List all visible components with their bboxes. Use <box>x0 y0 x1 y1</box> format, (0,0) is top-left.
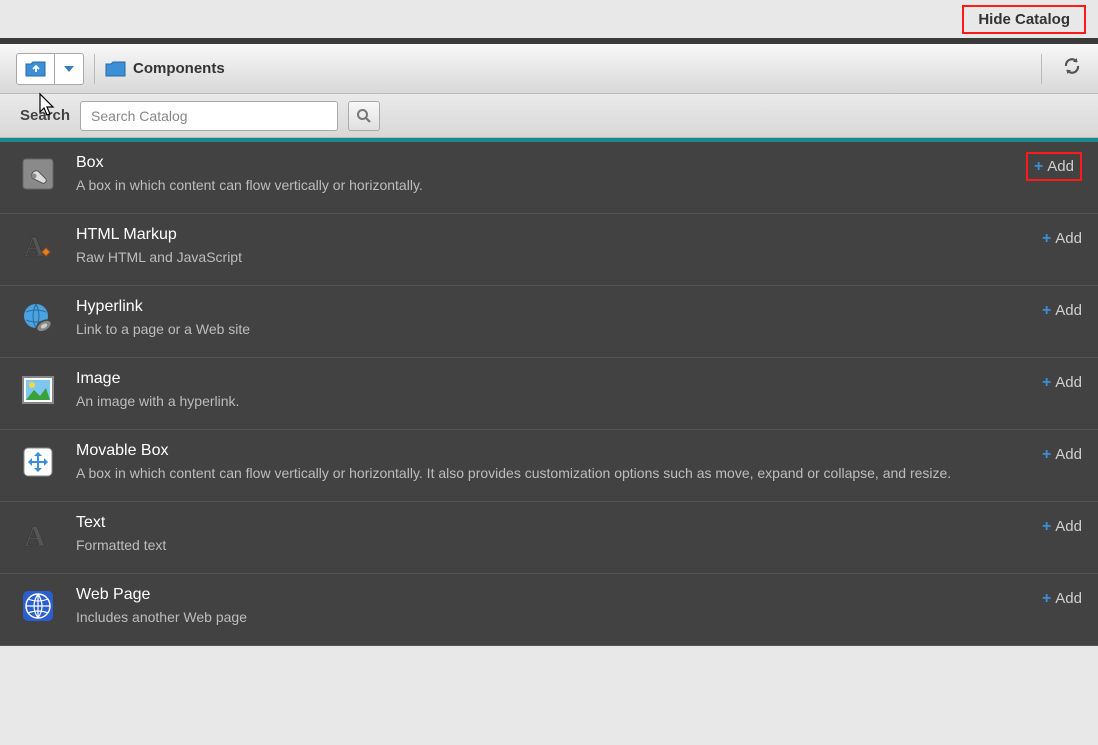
folder-icon <box>105 60 127 78</box>
catalog-item-title: Movable Box <box>76 442 1026 460</box>
catalog-item: Box A box in which content can flow verti… <box>0 142 1098 214</box>
globe-link-icon <box>20 298 60 341</box>
picture-icon <box>20 370 60 413</box>
add-button[interactable]: +Add <box>1026 152 1082 181</box>
search-button[interactable] <box>348 101 380 131</box>
plus-icon: + <box>1042 231 1051 247</box>
globe-grid-icon <box>20 586 60 629</box>
add-label: Add <box>1047 158 1074 175</box>
catalog-item-desc: Formatted text <box>76 536 1026 556</box>
catalog-list: Box A box in which content can flow verti… <box>0 142 1098 646</box>
divider <box>1041 54 1042 84</box>
search-icon <box>356 108 372 124</box>
refresh-icon <box>1062 56 1082 76</box>
catalog-item-text: Web Page Includes another Web page <box>76 586 1026 628</box>
catalog-item-title: Web Page <box>76 586 1026 604</box>
svg-text:A: A <box>24 520 46 552</box>
catalog-item-title: Text <box>76 514 1026 532</box>
catalog-item-text: Image An image with a hyperlink. <box>76 370 1026 412</box>
catalog-item-desc: Link to a page or a Web site <box>76 320 1026 340</box>
catalog-item: A Text Formatted text +Add <box>0 502 1098 574</box>
catalog-item: A HTML Markup Raw HTML and JavaScript +Add <box>0 214 1098 286</box>
catalog-item-text: Movable Box A box in which content can fl… <box>76 442 1026 484</box>
add-label: Add <box>1055 590 1082 607</box>
catalog-item-title: Hyperlink <box>76 298 1026 316</box>
plus-icon: + <box>1034 159 1043 175</box>
catalog-item: Movable Box A box in which content can fl… <box>0 430 1098 502</box>
catalog-item-text: Box A box in which content can flow verti… <box>76 154 1010 196</box>
catalog-item: Hyperlink Link to a page or a Web site +Ad… <box>0 286 1098 358</box>
add-label: Add <box>1055 446 1082 463</box>
add-label: Add <box>1055 230 1082 247</box>
plus-icon: + <box>1042 447 1051 463</box>
add-button[interactable]: +Add <box>1042 226 1082 247</box>
breadcrumb-label: Components <box>133 60 225 77</box>
nav-up-button[interactable] <box>17 54 55 84</box>
catalog-item-desc: Includes another Web page <box>76 608 1026 628</box>
nav-dropdown-button[interactable] <box>55 54 83 84</box>
breadcrumb[interactable]: Components <box>105 60 225 78</box>
add-label: Add <box>1055 374 1082 391</box>
catalog-item-desc: Raw HTML and JavaScript <box>76 248 1026 268</box>
add-label: Add <box>1055 518 1082 535</box>
hide-catalog-button[interactable]: Hide Catalog <box>962 5 1086 34</box>
search-input[interactable] <box>80 101 338 131</box>
nav-split-button[interactable] <box>16 53 84 85</box>
catalog-item-title: HTML Markup <box>76 226 1026 244</box>
catalog-item-text: Hyperlink Link to a page or a Web site <box>76 298 1026 340</box>
divider <box>94 54 95 84</box>
catalog-item-text: HTML Markup Raw HTML and JavaScript <box>76 226 1026 268</box>
catalog-item: Image An image with a hyperlink. +Add <box>0 358 1098 430</box>
html-a-icon: A <box>20 226 60 269</box>
catalog-item-desc: A box in which content can flow vertical… <box>76 176 1010 196</box>
catalog-item-title: Image <box>76 370 1026 388</box>
move-arrows-icon <box>20 442 60 485</box>
plus-icon: + <box>1042 375 1051 391</box>
plus-icon: + <box>1042 519 1051 535</box>
plus-icon: + <box>1042 591 1051 607</box>
search-bar: Search <box>0 94 1098 138</box>
catalog-item-desc: A box in which content can flow vertical… <box>76 464 1026 484</box>
catalog-item-text: Text Formatted text <box>76 514 1026 556</box>
search-label: Search <box>20 107 70 124</box>
refresh-button[interactable] <box>1062 56 1082 81</box>
box-wrench-icon <box>20 154 60 197</box>
add-button[interactable]: +Add <box>1042 514 1082 535</box>
add-button[interactable]: +Add <box>1042 298 1082 319</box>
folder-up-icon <box>25 59 47 79</box>
add-label: Add <box>1055 302 1082 319</box>
catalog-item: Web Page Includes another Web page +Add <box>0 574 1098 646</box>
text-a-icon: A <box>20 514 60 557</box>
toolbar: Components <box>0 44 1098 94</box>
svg-text:A: A <box>24 232 45 263</box>
add-button[interactable]: +Add <box>1042 370 1082 391</box>
top-bar: Hide Catalog <box>0 0 1098 38</box>
plus-icon: + <box>1042 303 1051 319</box>
add-button[interactable]: +Add <box>1042 586 1082 607</box>
chevron-down-icon <box>64 66 74 72</box>
catalog-item-title: Box <box>76 154 1010 172</box>
add-button[interactable]: +Add <box>1042 442 1082 463</box>
catalog-item-desc: An image with a hyperlink. <box>76 392 1026 412</box>
